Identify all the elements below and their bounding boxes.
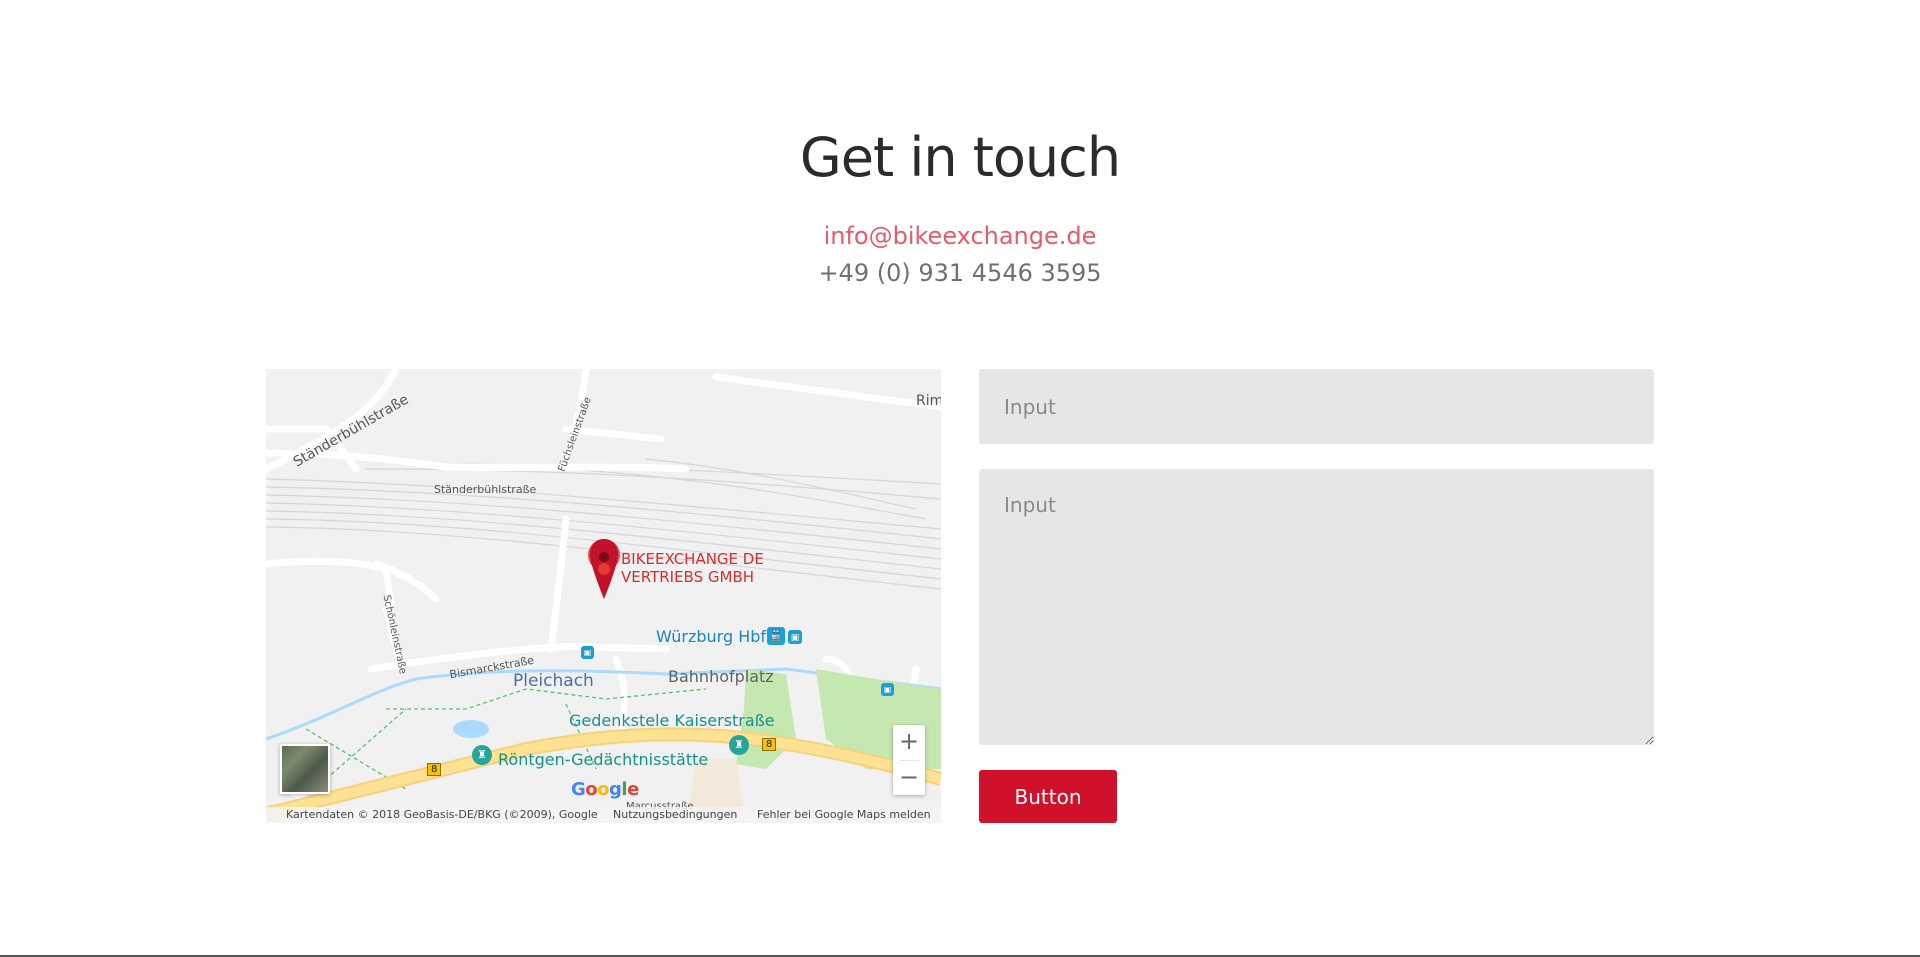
zoom-out-button[interactable]: −: [893, 761, 925, 796]
report-error-link[interactable]: Fehler bei Google Maps melden: [757, 807, 931, 823]
phone-number: +49 (0) 931 4546 3595: [818, 259, 1102, 287]
street-label-rim: Rim: [916, 393, 941, 409]
monument-icon[interactable]: ♜: [472, 745, 492, 765]
submit-button[interactable]: Button: [979, 770, 1117, 823]
marker-label-line1: BIKEEXCHANGE DE: [621, 550, 764, 568]
satellite-toggle-button[interactable]: [280, 744, 330, 794]
zoom-in-button[interactable]: +: [893, 725, 925, 760]
monument-icon[interactable]: ♜: [729, 735, 749, 755]
terms-link[interactable]: Nutzungsbedingungen: [613, 807, 737, 823]
google-logo: Google: [571, 779, 639, 800]
zoom-control: + −: [893, 725, 925, 795]
road-number-badge: 8: [427, 763, 442, 776]
contact-input[interactable]: [979, 369, 1654, 444]
bus-stop-icon[interactable]: ▣: [881, 683, 894, 696]
place-label-pleichach: Pleichach: [513, 671, 594, 691]
bus-stop-icon[interactable]: ▣: [788, 630, 802, 644]
google-map[interactable]: Ständerbühlstraße Ständerbühlstraße Füch…: [266, 369, 941, 823]
train-station-icon[interactable]: 🚆: [767, 627, 785, 645]
marker-label: BIKEEXCHANGE DE VERTRIEBS GMBH: [621, 550, 764, 586]
contact-section: Get in touch info@bikeexchange.de +49 (0…: [0, 0, 1920, 957]
marker-label-line2: VERTRIEBS GMBH: [621, 568, 755, 586]
street-label-standerbuhlstrasse: Ständerbühlstraße: [434, 483, 537, 496]
place-label-bahnhofplatz: Bahnhofplatz: [668, 667, 774, 686]
place-label-rontgen[interactable]: Röntgen-Gedächtnisstätte: [498, 750, 708, 769]
map-data-credit: Kartendaten © 2018 GeoBasis-DE/BKG (©200…: [286, 808, 598, 821]
message-textarea[interactable]: [979, 469, 1654, 745]
place-label-wurzburg-hbf[interactable]: Würzburg Hbf: [656, 627, 766, 646]
email-link[interactable]: info@bikeexchange.de: [0, 222, 1920, 250]
place-label-gedenkstele[interactable]: Gedenkstele Kaiserstraße: [569, 711, 775, 730]
road-number-badge: 8: [762, 738, 777, 751]
page-title: Get in touch: [799, 126, 1121, 189]
bus-stop-icon[interactable]: ▣: [581, 646, 594, 659]
map-attribution: Kartendaten © 2018 GeoBasis-DE/BKG (©200…: [266, 807, 941, 823]
